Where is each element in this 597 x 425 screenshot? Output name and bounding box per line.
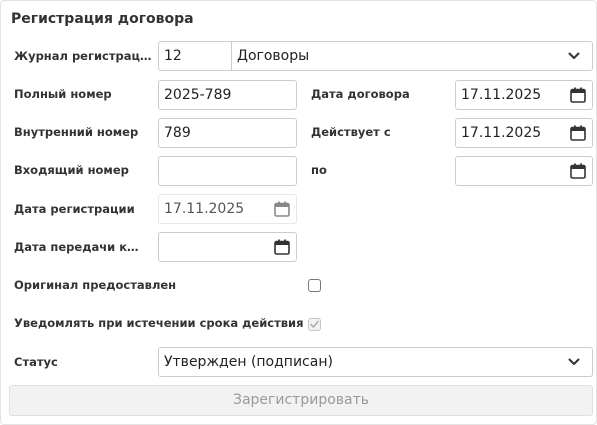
internal-number-field[interactable]: 789 — [158, 118, 297, 148]
status-select[interactable]: Утвержден (подписан) — [158, 347, 593, 377]
valid-to-field[interactable] — [455, 156, 593, 186]
journal-select[interactable]: 12 Договоры — [158, 41, 593, 71]
journal-name: Договоры — [237, 48, 310, 64]
notify-on-expiry-label: Уведомлять при истечении срока действия — [14, 316, 304, 330]
valid-from-field[interactable]: 17.11.2025 — [455, 118, 593, 148]
calendar-icon — [274, 201, 290, 217]
valid-from-value: 17.11.2025 — [461, 125, 542, 141]
internal-number-label: Внутренний номер — [14, 125, 139, 139]
full-number-value: 2025-789 — [164, 87, 232, 103]
original-provided-label: Оригинал предоставлен — [14, 278, 177, 292]
contract-date-field[interactable]: 17.11.2025 — [455, 80, 593, 110]
chevron-down-icon — [568, 52, 580, 59]
contract-date-label: Дата договора — [311, 87, 410, 101]
checkmark-icon — [310, 320, 319, 328]
register-button[interactable]: Зарегистрировать — [9, 385, 593, 416]
status-label: Статус — [14, 355, 58, 369]
journal-code: 12 — [164, 48, 182, 64]
journal-label: Журнал регистрации — [14, 49, 154, 63]
chevron-down-icon — [568, 358, 580, 365]
registration-date-value: 17.11.2025 — [164, 201, 245, 217]
valid-to-label: по — [311, 163, 327, 177]
journal-divider — [231, 42, 232, 70]
contract-registration-panel: Регистрация договора Журнал регистрации … — [0, 0, 597, 425]
original-provided-checkbox[interactable] — [308, 279, 321, 292]
registration-date-field: 17.11.2025 — [158, 194, 297, 224]
internal-number-value: 789 — [164, 125, 191, 141]
calendar-icon[interactable] — [570, 163, 586, 179]
calendar-icon[interactable] — [570, 87, 586, 103]
status-value: Утвержден (подписан) — [164, 354, 333, 370]
incoming-number-field[interactable] — [158, 156, 297, 186]
registration-date-label: Дата регистрации — [14, 202, 135, 216]
notify-on-expiry-checkbox — [308, 318, 321, 331]
panel-title: Регистрация договора — [11, 11, 194, 27]
full-number-field[interactable]: 2025-789 — [158, 80, 297, 110]
transfer-date-label: Дата передачи кон... — [14, 240, 146, 254]
incoming-number-label: Входящий номер — [14, 163, 129, 177]
contract-date-value: 17.11.2025 — [461, 87, 542, 103]
calendar-icon[interactable] — [274, 239, 290, 255]
transfer-date-field[interactable] — [158, 232, 297, 262]
full-number-label: Полный номер — [14, 87, 112, 101]
calendar-icon[interactable] — [570, 125, 586, 141]
valid-from-label: Действует с — [311, 125, 391, 139]
